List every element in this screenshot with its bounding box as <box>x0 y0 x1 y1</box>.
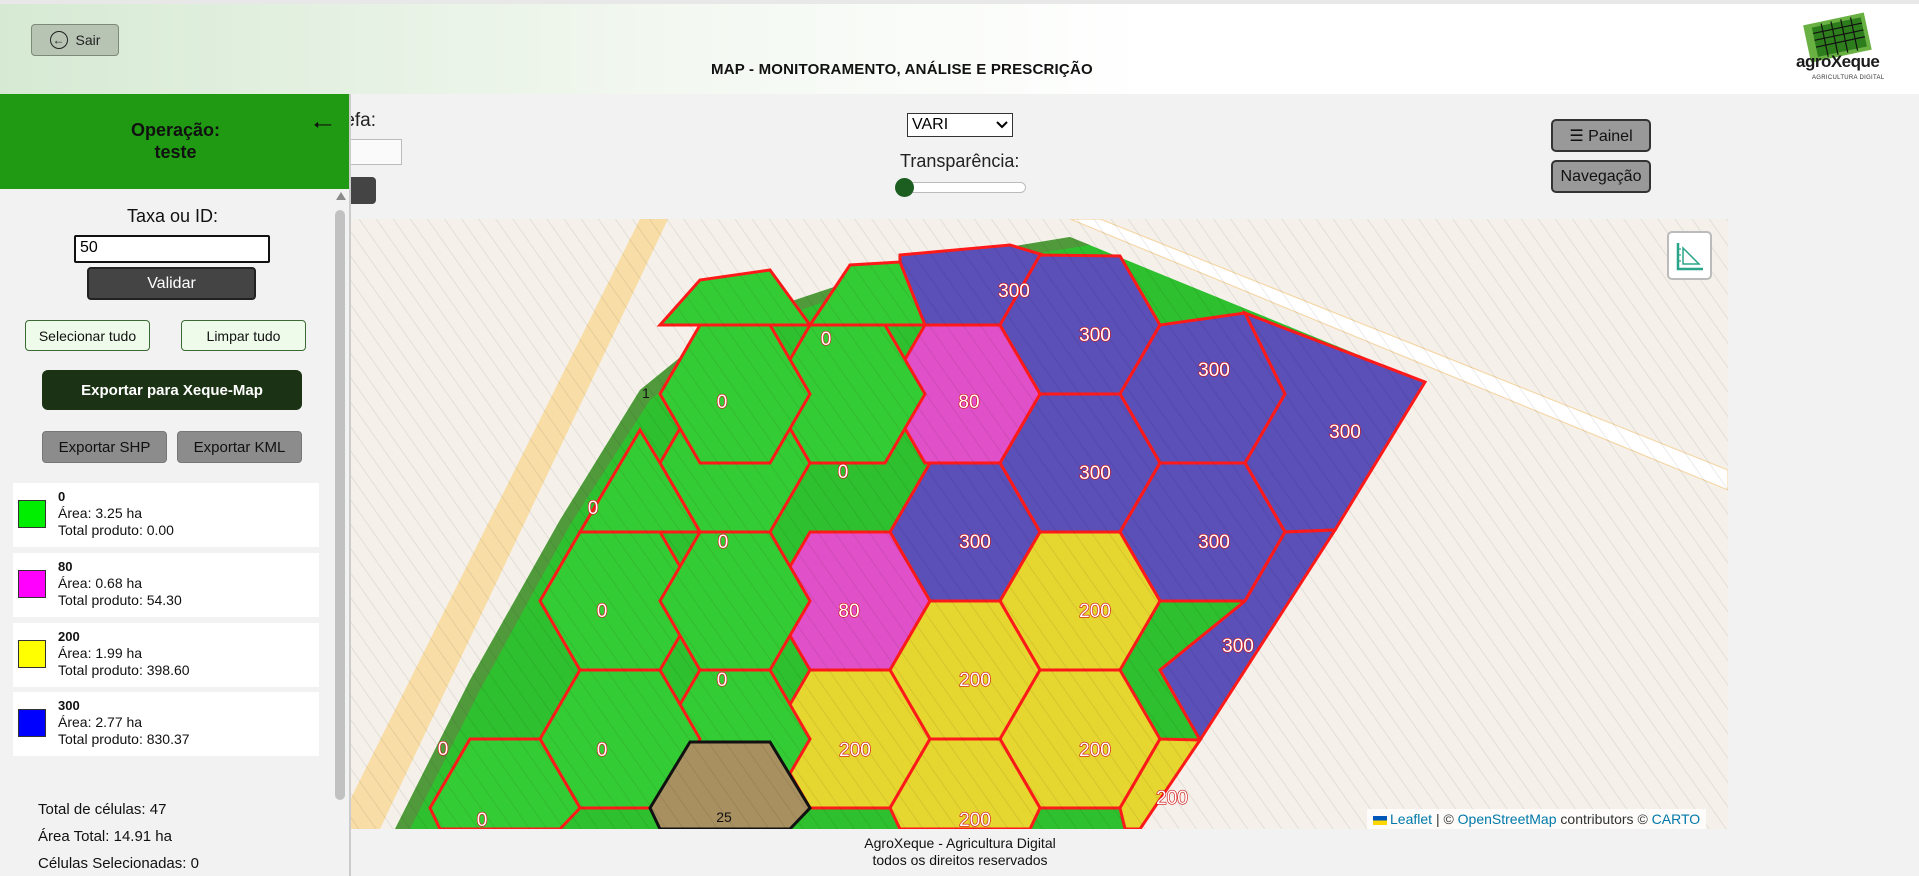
logo-subtitle: AGRICULTURA DIGITAL <box>1812 75 1885 81</box>
chevron-down-icon <box>996 121 1008 129</box>
hex-label: 200 <box>839 740 871 761</box>
selected-cells: Células Selecionadas: 0 <box>38 855 199 872</box>
logo-text: agroXeque <box>1796 52 1880 71</box>
legend-item[interactable]: 200 Área: 1.99 ha Total produto: 398.60 <box>13 623 319 687</box>
exit-button[interactable]: ← Sair <box>31 24 119 56</box>
hex-label: 0 <box>718 532 729 553</box>
attribution-contributors: contributors © <box>1560 811 1648 827</box>
legend-value: 200 <box>58 629 80 644</box>
legend-area: Área: 1.99 ha <box>58 645 143 661</box>
hex-label: 200 <box>1156 788 1188 809</box>
rate-label: Taxa ou ID: <box>126 206 219 226</box>
legend-area: Área: 3.25 ha <box>58 505 143 521</box>
collapse-arrow-icon[interactable]: 🠀 <box>313 108 333 149</box>
scrollbar-thumb[interactable] <box>335 210 345 800</box>
legend-item[interactable]: 300 Área: 2.77 ha Total produto: 830.37 <box>13 692 319 756</box>
hex-label: 80 <box>838 601 859 622</box>
leaflet-link[interactable]: Leaflet <box>1390 811 1432 827</box>
hex-label: 300 <box>1198 532 1230 553</box>
carto-link[interactable]: CARTO <box>1652 811 1701 827</box>
panel-button[interactable]: ☰ Painel <box>1551 119 1651 152</box>
hex-label: 0 <box>477 810 488 829</box>
hex-label: 25 <box>716 809 732 825</box>
legend-total: Total produto: 54.30 <box>58 592 182 608</box>
export-shp-button[interactable]: Exportar SHP <box>42 431 167 463</box>
hex-label: 0 <box>438 739 449 760</box>
legend-item[interactable]: 0 Área: 3.25 ha Total produto: 0.00 <box>13 483 319 547</box>
hex-label: 0 <box>588 498 599 519</box>
legend-value: 0 <box>58 489 66 504</box>
operation-name: teste <box>154 142 197 162</box>
total-area: Área Total: 14.91 ha <box>38 828 172 845</box>
legend-area: Área: 2.77 ha <box>58 714 143 730</box>
exit-label: Sair <box>75 32 101 48</box>
scroll-up-arrow-icon[interactable] <box>336 192 346 200</box>
hex-label: 0 <box>597 740 608 761</box>
map-attribution: Leaflet | © OpenStreetMap contributors ©… <box>1367 809 1707 829</box>
legend-total: Total produto: 830.37 <box>58 731 190 747</box>
navigation-button[interactable]: Navegação <box>1551 160 1651 193</box>
legend-swatch <box>18 500 46 528</box>
total-cells: Total de células: 47 <box>38 801 167 818</box>
index-select[interactable]: VARI <box>907 113 1013 137</box>
footer-line-1: AgroXeque - Agricultura Digital <box>864 835 1056 851</box>
page-title: MAP - MONITORAMENTO, ANÁLISE E PRESCRIÇÃ… <box>711 61 1093 78</box>
legend-value: 80 <box>58 559 73 574</box>
hex-label: 300 <box>1079 325 1111 346</box>
hex-label: 300 <box>1198 360 1230 381</box>
export-kml-button[interactable]: Exportar KML <box>177 431 302 463</box>
transparency-slider[interactable] <box>900 182 1026 193</box>
exit-icon: ← <box>49 31 68 49</box>
legend-swatch <box>18 570 46 598</box>
rate-input[interactable]: 50 <box>74 235 270 263</box>
operation-label: Operação: <box>130 120 221 140</box>
ukraine-flag-icon <box>1373 815 1387 825</box>
hex-label: 300 <box>959 532 991 553</box>
hex-label: 200 <box>1079 740 1111 761</box>
hex-label: 0 <box>597 601 608 622</box>
hex-label: 300 <box>1079 463 1111 484</box>
hex-label: 0 <box>717 670 728 691</box>
side-panel: Operação: teste 🠀 Taxa ou ID: 50 Validar… <box>0 94 351 876</box>
hex-label: 80 <box>958 392 979 413</box>
ruler-icon <box>1676 242 1703 270</box>
hex-label: 200 <box>1079 601 1111 622</box>
transparency-slider-thumb[interactable] <box>895 178 914 197</box>
hex-label: 0 <box>838 462 849 483</box>
index-select-value: VARI <box>912 116 949 133</box>
attribution-sep: | © <box>1435 811 1454 827</box>
hex-label: 300 <box>998 281 1030 302</box>
footer: AgroXeque - Agricultura Digital todos os… <box>700 835 1220 869</box>
hex-label: 200 <box>959 810 991 829</box>
hex-label: 0 <box>821 329 832 350</box>
osm-link[interactable]: OpenStreetMap <box>1458 811 1557 827</box>
footer-line-2: todos os direitos reservados <box>872 852 1048 868</box>
hex-label: 200 <box>959 670 991 691</box>
transparency-label: Transparência: <box>900 151 1020 171</box>
select-all-button[interactable]: Selecionar tudo <box>25 320 150 351</box>
hex-label: 1 <box>642 385 650 401</box>
ruler-button[interactable] <box>1667 231 1712 280</box>
legend-value: 300 <box>58 698 80 713</box>
hex-label: 300 <box>1222 636 1254 657</box>
legend-total: Total produto: 0.00 <box>58 522 174 538</box>
clear-all-button[interactable]: Limpar tudo <box>181 320 306 351</box>
legend-total: Total produto: 398.60 <box>58 662 190 678</box>
legend-area: Área: 0.68 ha <box>58 575 143 591</box>
hex-label: 300 <box>1329 422 1361 443</box>
export-xeque-map-button[interactable]: Exportar para Xeque-Map <box>42 370 302 410</box>
hex-label: 0 <box>717 392 728 413</box>
map-canvas[interactable]: 300 300 300 300 300 300 300 300 0 0 0 0 … <box>350 219 1728 829</box>
map-view[interactable]: 300 300 300 300 300 300 300 300 0 0 0 0 … <box>350 219 1728 829</box>
validate-button[interactable]: Validar <box>87 267 256 300</box>
legend-swatch <box>18 709 46 737</box>
top-bar <box>0 4 1919 94</box>
operation-info: Operação: teste <box>0 119 349 163</box>
legend-item[interactable]: 80 Área: 0.68 ha Total produto: 54.30 <box>13 553 319 617</box>
legend-swatch <box>18 640 46 668</box>
